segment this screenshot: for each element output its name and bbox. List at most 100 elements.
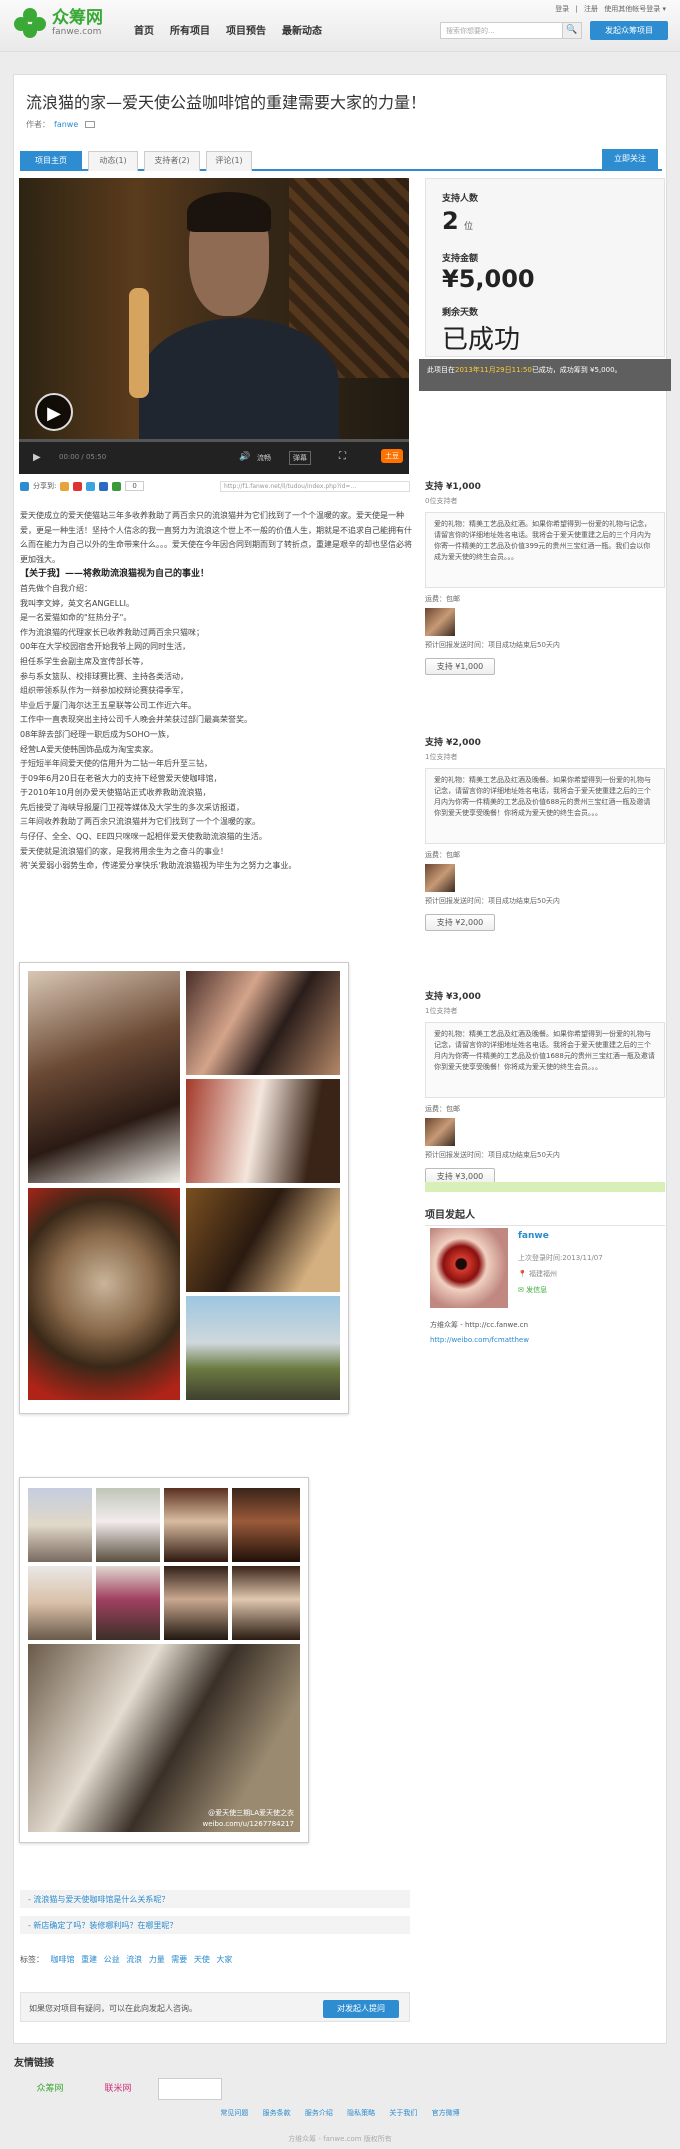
footer-link-weibo[interactable]: 官方微博 bbox=[432, 2109, 460, 2117]
sponsor-avatar[interactable] bbox=[430, 1228, 508, 1308]
reward-thumbnail[interactable] bbox=[425, 1118, 455, 1146]
tab-supporters[interactable]: 支持者(2) bbox=[144, 151, 200, 171]
reward-thumbnail[interactable] bbox=[425, 864, 455, 892]
story-paragraph: 于2010年10月创办爱天使猫站正式收养救助流浪猫， bbox=[20, 788, 211, 798]
sponsor-name[interactable]: fanwe bbox=[518, 1231, 549, 1241]
weibo-icon[interactable] bbox=[73, 481, 83, 491]
tag[interactable]: 大家 bbox=[216, 1955, 232, 1964]
site-logo[interactable]: 众筹网 fanwe.com bbox=[14, 8, 103, 38]
location-pin-icon: 📍 bbox=[518, 1270, 527, 1278]
project-url-field[interactable]: http://f1.fanwe.net/ll/tudou/index.php?i… bbox=[220, 481, 410, 492]
photo-collage-2: @爱天使三期LA爱天使之衣 weibo.com/u/1267784217 bbox=[19, 1477, 309, 1843]
tudou-logo[interactable]: 土豆 bbox=[381, 449, 403, 463]
other-login-link[interactable]: 使用其他帐号登录 ▾ bbox=[604, 5, 666, 13]
photo-watermark: @爱天使三期LA爱天使之衣 bbox=[208, 1809, 294, 1817]
play-icon[interactable]: ▶ bbox=[35, 393, 73, 431]
video-controls: ▶ 00:00 / 05:50 🔊 流畅 弹幕 ⛶ 土豆 bbox=[19, 442, 409, 474]
tab-comments[interactable]: 评论(1) bbox=[206, 151, 252, 171]
footer-link-about[interactable]: 关于我们 bbox=[389, 2109, 417, 2117]
reward-delivery: 预计回报发送时间：项目成功结束后50天内 bbox=[425, 641, 560, 649]
footer-link-terms[interactable]: 服务条款 bbox=[263, 2109, 291, 2117]
notice-prefix: 此项目在 bbox=[427, 366, 455, 374]
quality-selector[interactable]: 流畅 bbox=[257, 453, 271, 463]
story-paragraph: 我叫李文婷，英文名ANGELLI。 bbox=[20, 598, 134, 608]
nav-preview[interactable]: 项目预告 bbox=[226, 22, 266, 37]
tag[interactable]: 流浪 bbox=[126, 1955, 142, 1964]
play-small-icon[interactable]: ▶ bbox=[33, 452, 41, 463]
launch-project-button[interactable]: 发起众筹项目 bbox=[590, 21, 668, 40]
footer-link-privacy[interactable]: 隐私策略 bbox=[347, 2109, 375, 2117]
search-input[interactable]: 搜索你想要的... bbox=[440, 22, 582, 39]
reward-thumbnail[interactable] bbox=[425, 608, 455, 636]
friend-link-empty[interactable] bbox=[158, 2078, 222, 2100]
renren-icon[interactable] bbox=[99, 481, 109, 491]
tab-updates[interactable]: 动态(1) bbox=[88, 151, 138, 171]
send-message-link[interactable]: ✉ 发信息 bbox=[518, 1285, 547, 1295]
project-tabs: 项目主页 动态(1) 支持者(2) 评论(1) 立即关注 bbox=[20, 149, 662, 171]
login-link[interactable]: 登录 bbox=[555, 5, 569, 13]
volume-icon[interactable]: 🔊 bbox=[239, 452, 250, 462]
footer-link-faq[interactable]: 常见问题 bbox=[220, 2109, 248, 2117]
author-link[interactable]: fanwe bbox=[54, 120, 78, 129]
search-icon[interactable]: 🔍 bbox=[562, 22, 582, 39]
support-button[interactable]: 支持 ¥1,000 bbox=[425, 658, 495, 675]
reward-title: 支持 ¥1,000 bbox=[425, 482, 481, 492]
sponsor-weibo[interactable]: http://weibo.com/fcmatthew bbox=[430, 1336, 529, 1344]
ask-sponsor-button[interactable]: 对发起人提问 bbox=[323, 2000, 399, 2018]
nav-home[interactable]: 首页 bbox=[134, 22, 154, 37]
photo-woman-cat-2 bbox=[186, 1079, 340, 1183]
notice-time: 2013年11月29日11:50 bbox=[455, 366, 532, 374]
photo-watermark-url: weibo.com/u/1267784217 bbox=[202, 1820, 294, 1828]
photo-fashion-2 bbox=[96, 1488, 160, 1562]
nav-news[interactable]: 最新动态 bbox=[282, 22, 322, 37]
reward-shipping: 运费：包邮 bbox=[425, 595, 460, 603]
author-line: 作者： fanwe bbox=[26, 119, 95, 130]
tab-home[interactable]: 项目主页 bbox=[20, 151, 82, 171]
tag[interactable]: 天使 bbox=[194, 1955, 210, 1964]
story-paragraph: 于09年6月20日在老爸大力的支持下经营爱天使咖啡馆， bbox=[20, 773, 222, 783]
copyright: 方维众筹 - fanwe.com 版权所有 bbox=[288, 2135, 392, 2143]
reward-card: 支持 ¥2,000 1位支持者 爱的礼物：精美工艺品及红酒及晚餐。如果你希望得到一份… bbox=[425, 735, 665, 931]
supporters-value: 2 bbox=[442, 207, 459, 235]
support-button[interactable]: 支持 ¥2,000 bbox=[425, 914, 495, 931]
photo-fashion-1 bbox=[28, 1488, 92, 1562]
story-paragraph: 参与系女篮队、校排球赛比赛、主持各类活动， bbox=[20, 671, 188, 681]
photo-group bbox=[186, 971, 340, 1075]
tag[interactable]: 需要 bbox=[171, 1955, 187, 1964]
danmu-button[interactable]: 弹幕 bbox=[289, 451, 311, 465]
photo-fashion-3 bbox=[164, 1488, 228, 1562]
related-link-1[interactable]: - 流浪猫与爱天使咖啡馆是什么关系呢？ bbox=[20, 1890, 410, 1908]
story-paragraph: 担任系学生会副主席及宣传部长等， bbox=[20, 656, 148, 666]
progress-strip bbox=[425, 1182, 665, 1192]
qzone-icon[interactable] bbox=[60, 481, 70, 491]
friend-link-zhongchou[interactable]: 众筹网 bbox=[18, 2078, 82, 2100]
project-story: 爱天使成立的爱天使猫站三年多收养救助了两百余只的流浪猫并为它们找到了一个个温暖的… bbox=[20, 509, 412, 874]
follow-button[interactable]: 立即关注 bbox=[602, 149, 658, 169]
nav-all-projects[interactable]: 所有项目 bbox=[170, 22, 210, 37]
mail-icon[interactable] bbox=[84, 121, 95, 128]
story-paragraph: 组织带领系队作为一辩参加校辩论赛获得季军， bbox=[20, 686, 188, 696]
footer-links: 常见问题 服务条款 服务介绍 隐私策略 关于我们 官方微博 bbox=[0, 2108, 680, 2118]
footer-link-service[interactable]: 服务介绍 bbox=[305, 2109, 333, 2117]
video-player[interactable]: ▶ ▶ 00:00 / 05:50 🔊 流畅 弹幕 ⛶ 土豆 bbox=[19, 178, 409, 474]
story-paragraph: 三年间收养救助了两百余只流浪猫并为它们找到了一个个温暖的家。 bbox=[20, 817, 260, 827]
photo-fashion-6 bbox=[96, 1566, 160, 1640]
related-link-2[interactable]: - 新店确定了吗？装修哪利吗？在哪里呢？ bbox=[20, 1916, 410, 1934]
tag[interactable]: 公益 bbox=[104, 1955, 120, 1964]
tencent-icon[interactable] bbox=[86, 481, 96, 491]
story-heading: 【关于我】——将救助流浪猫视为自己的事业！ bbox=[20, 569, 210, 580]
share-bar: 分享到: 0 bbox=[20, 481, 144, 491]
douban-icon[interactable] bbox=[112, 481, 122, 491]
share-icon[interactable] bbox=[20, 481, 29, 491]
story-paragraph: 爱天使成立的爱天使猫站三年多收养救助了两百余只的流浪猫并为它们找到了一个个温暖的… bbox=[20, 511, 412, 564]
stats-panel: 支持人数 2 位 支持金额 ¥5,000 剩余天数 已成功 bbox=[425, 178, 665, 357]
supporters-unit: 位 bbox=[464, 222, 474, 232]
tag[interactable]: 咖啡馆 bbox=[51, 1955, 75, 1964]
sponsor-url[interactable]: 方维众筹 - http://cc.fanwe.cn bbox=[430, 1320, 528, 1330]
fullscreen-icon[interactable]: ⛶ bbox=[339, 451, 346, 462]
story-paragraph: 将'关爱弱小弱势生命，传递爱分享快乐'救助流浪猫视为毕生为之努力之事业。 bbox=[20, 861, 297, 871]
tag[interactable]: 力量 bbox=[149, 1955, 165, 1964]
friend-link-lianmi[interactable]: 联米网 bbox=[86, 2078, 150, 2100]
register-link[interactable]: 注册 bbox=[584, 5, 598, 13]
tag[interactable]: 重建 bbox=[81, 1955, 97, 1964]
